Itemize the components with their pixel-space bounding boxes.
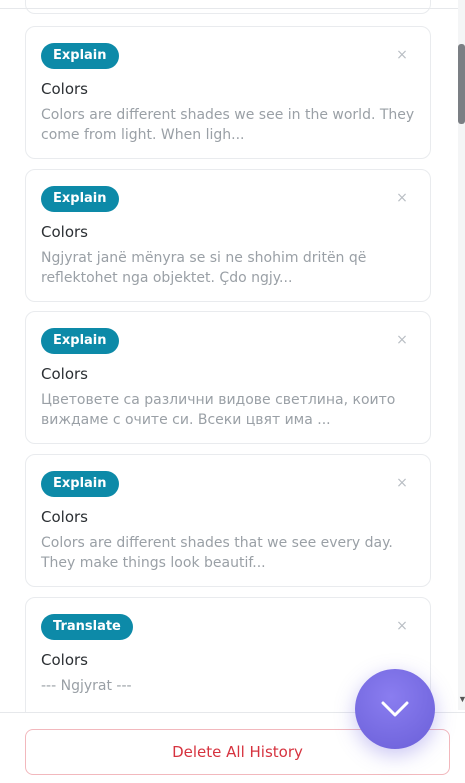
close-icon[interactable]: × <box>396 191 408 205</box>
history-card-title: Colors <box>41 223 88 241</box>
scrollbar-thumb[interactable] <box>458 44 465 124</box>
history-card-snippet: Ngjyrat janë mënyra se si ne shohim drit… <box>41 250 367 286</box>
chevron-down-icon <box>381 701 409 717</box>
history-card-title: Colors <box>41 365 88 383</box>
history-card[interactable]: Explain × Colors Colors are different sh… <box>25 26 431 159</box>
history-card-title: Colors <box>41 80 88 98</box>
mode-badge: Explain <box>41 328 119 354</box>
history-card-partial[interactable] <box>25 0 431 14</box>
history-panel: Explain × Colors Colors are different sh… <box>0 0 465 783</box>
history-card[interactable]: Explain × Colors Цветовете са различни в… <box>25 311 431 444</box>
mode-badge: Explain <box>41 186 119 212</box>
history-card-title: Colors <box>41 651 88 669</box>
history-card-title: Colors <box>41 508 88 526</box>
mode-badge: Explain <box>41 43 119 69</box>
history-card-snippet: Цветовете са различни видове светлина, к… <box>41 392 396 428</box>
divider <box>0 8 458 9</box>
close-icon[interactable]: × <box>396 619 408 633</box>
history-card-snippet: Colors are different shades that we see … <box>41 535 393 571</box>
mode-badge: Translate <box>41 614 133 640</box>
close-icon[interactable]: × <box>396 48 408 62</box>
close-icon[interactable]: × <box>396 476 408 490</box>
history-card[interactable]: Explain × Colors Colors are different sh… <box>25 454 431 587</box>
history-card[interactable]: Explain × Colors Ngjyrat janë mënyra se … <box>25 169 431 302</box>
mode-badge: Explain <box>41 471 119 497</box>
history-card-snippet: Colors are different shades we see in th… <box>41 107 415 143</box>
scroll-down-fab[interactable] <box>355 669 435 749</box>
close-icon[interactable]: × <box>396 333 408 347</box>
scroll-down-arrow-icon[interactable]: ▼ <box>458 694 465 704</box>
